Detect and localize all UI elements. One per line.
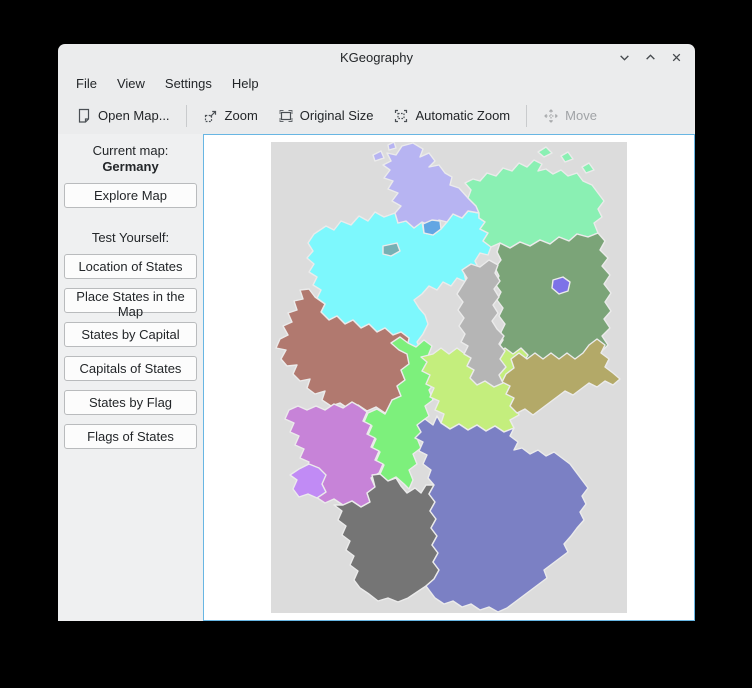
toolbar-button-label: Open Map...	[98, 108, 170, 123]
maximize-button[interactable]	[641, 48, 659, 66]
germany-map	[271, 142, 627, 613]
window-title: KGeography	[340, 50, 413, 65]
open-map-button[interactable]: Open Map...	[66, 102, 180, 130]
state-bavaria[interactable]	[415, 416, 588, 612]
toolbar-button-label: Zoom	[225, 108, 258, 123]
menu-item-settings[interactable]: Settings	[155, 73, 222, 94]
titlebar[interactable]: KGeography	[58, 44, 695, 70]
place-states-in-the-map-button[interactable]: Place States in the Map	[64, 288, 197, 313]
location-of-states-button[interactable]: Location of States	[64, 254, 197, 279]
map-panel	[203, 134, 695, 621]
flags-of-states-button[interactable]: Flags of States	[64, 424, 197, 449]
sidebar: Current map: Germany Explore Map Test Yo…	[58, 134, 203, 621]
toolbar-button-label: Move	[565, 108, 597, 123]
app-window: KGeography FileViewSettingsHelp Open Map…	[58, 44, 695, 621]
move-icon	[543, 108, 559, 124]
menu-item-view[interactable]: View	[107, 73, 155, 94]
toolbar-button-label: Original Size	[300, 108, 374, 123]
menu-item-help[interactable]: Help	[222, 73, 269, 94]
zoom-button[interactable]: Zoom	[193, 102, 268, 130]
menu-item-file[interactable]: File	[66, 73, 107, 94]
original-size-icon	[278, 108, 294, 124]
automatic-zoom-button[interactable]: Automatic Zoom	[383, 102, 520, 130]
automatic-zoom-icon	[393, 108, 409, 124]
zoom-icon	[203, 108, 219, 124]
move-button: Move	[533, 102, 607, 130]
current-map-label: Current map:	[58, 143, 203, 159]
minimize-button[interactable]	[615, 48, 633, 66]
current-map-name: Germany	[58, 159, 203, 175]
original-size-button[interactable]: Original Size	[268, 102, 384, 130]
toolbar: Open Map... Zoom Original Size Automatic Zo…	[58, 97, 695, 134]
open-map-icon	[76, 108, 92, 124]
explore-map-button[interactable]: Explore Map	[64, 183, 197, 208]
toolbar-button-label: Automatic Zoom	[415, 108, 510, 123]
titlebar-controls	[615, 44, 685, 70]
states-by-capital-button[interactable]: States by Capital	[64, 322, 197, 347]
menubar: FileViewSettingsHelp	[58, 70, 695, 97]
maximize-icon	[645, 52, 656, 63]
toolbar-separator	[186, 105, 187, 127]
close-icon	[671, 52, 682, 63]
minimize-icon	[619, 52, 630, 63]
content-area: Current map: Germany Explore Map Test Yo…	[58, 134, 695, 621]
close-button[interactable]	[667, 48, 685, 66]
quiz-button-group: Location of States Place States in the Ma…	[58, 254, 203, 449]
map-canvas	[271, 142, 627, 613]
capitals-of-states-button[interactable]: Capitals of States	[64, 356, 197, 381]
test-yourself-label: Test Yourself:	[58, 230, 203, 246]
toolbar-separator	[526, 105, 527, 127]
state-saarland[interactable]	[290, 464, 326, 498]
states-by-flag-button[interactable]: States by Flag	[64, 390, 197, 415]
